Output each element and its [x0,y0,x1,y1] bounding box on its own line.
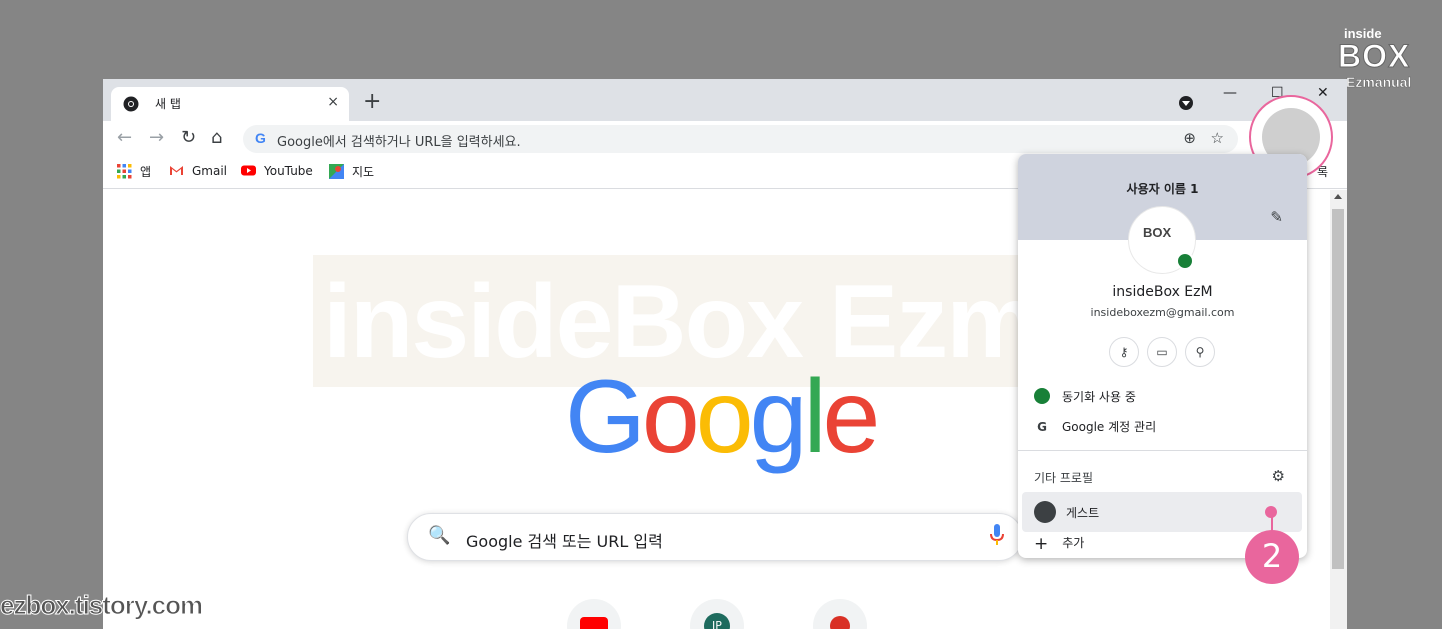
profile-name: insideBox EzM [1112,284,1213,300]
scrollbar-thumb[interactable] [1332,209,1344,569]
add-profile-item[interactable]: + 추가 [1034,534,1084,554]
bookmark-gmail[interactable]: Gmail [169,163,227,178]
sync-badge-icon [1176,252,1194,270]
google-g-icon: G [255,130,266,146]
step-pointer-dot [1265,506,1277,518]
search-placeholder: Google 검색 또는 URL 입력 [466,532,663,551]
address-bar-placeholder: Google에서 검색하거나 URL을 입력하세요. [277,135,521,150]
google-logo-letter: e [822,359,881,475]
plus-icon: + [1034,534,1049,554]
google-logo-letter: G [565,359,646,475]
tab-close-icon[interactable]: × [327,94,339,110]
google-g-icon: G [1037,420,1047,434]
toolbar: ← → ↻ ⌂ G Google에서 검색하거나 URL을 입력하세요. ⊕ ☆ [103,121,1347,157]
chrome-icon [123,96,139,112]
google-search-box[interactable]: 🔍 Google 검색 또는 URL 입력 [407,513,1023,561]
apps-grid-icon [117,164,132,179]
manage-account-item[interactable]: G Google 계정 관리 [1034,418,1156,435]
bookmark-label: Gmail [192,164,228,178]
sync-icon [1034,388,1050,404]
profile-email: insideboxezm@gmail.com [1090,306,1235,319]
bookmark-label: 앱 [140,165,152,179]
add-label: 추가 [1062,536,1085,550]
person-icon [1034,501,1056,523]
gear-icon[interactable]: ⚙ [1272,467,1285,485]
bookmark-label: YouTube [264,164,313,178]
new-tab-button[interactable]: + [363,89,381,114]
menu-divider [1018,450,1307,451]
step-number-badge: 2 [1245,530,1299,584]
shortcut-ip[interactable]: IP [690,599,744,629]
key-icon[interactable]: ⚷ [1109,337,1139,367]
bookmark-label: 지도 [352,165,375,179]
manage-account-label: Google 계정 관리 [1062,420,1157,434]
logo-line-3: Ezmanual [1346,74,1412,91]
bookmark-youtube[interactable]: YouTube [241,163,313,178]
guest-profile-item[interactable]: 게스트 [1022,492,1302,532]
sync-label: 동기화 사용 중 [1062,390,1136,404]
maps-icon [329,164,344,179]
avatar-logo-text: BOX [1143,225,1172,240]
back-icon[interactable]: ← [117,127,132,148]
tab-new-tab[interactable]: 새 탭 × [111,87,349,121]
forward-icon[interactable]: → [149,127,164,148]
scroll-up-icon[interactable] [1334,194,1342,199]
home-icon[interactable]: ⌂ [211,127,222,148]
site-icon [830,616,850,629]
bookmark-maps[interactable]: 지도 [329,163,374,180]
shortcut-site[interactable] [813,599,867,629]
page-scrollbar[interactable] [1330,190,1347,629]
reload-icon[interactable]: ↻ [181,127,196,148]
edit-icon[interactable]: ✎ [1270,208,1283,226]
profile-menu: 사용자 이름 1 ✎ BOX insideBox EzM insideboxez… [1018,154,1307,558]
address-bar[interactable]: G Google에서 검색하거나 URL을 입력하세요. ⊕ ☆ [243,125,1238,153]
gmail-icon [170,166,183,175]
profile-username-header: 사용자 이름 1 [1126,182,1199,196]
google-logo-letter: g [749,359,808,475]
bookmark-apps[interactable]: 앱 [117,163,151,180]
tab-search-icon[interactable] [1179,96,1193,110]
youtube-icon [580,617,608,629]
tab-strip: 새 탭 × + — ☐ ✕ [103,79,1347,121]
ip-icon: IP [704,613,730,629]
other-profiles-label: 기타 프로필 [1034,471,1094,485]
zoom-icon[interactable]: ⊕ [1183,129,1196,147]
tab-title: 새 탭 [155,97,181,111]
youtube-icon [241,165,256,176]
google-logo-letter: o [695,359,754,475]
location-icon[interactable]: ⚲ [1185,337,1215,367]
guest-label: 게스트 [1066,506,1100,520]
logo-line-2: BOX [1337,38,1411,75]
search-icon: 🔍 [428,525,451,546]
microphone-icon[interactable] [990,524,1004,546]
bookmark-star-icon[interactable]: ☆ [1211,129,1224,147]
google-logo-letter: l [803,359,826,475]
card-icon[interactable]: ▭ [1147,337,1177,367]
google-logo-letter: o [641,359,700,475]
close-window-button[interactable]: ✕ [1317,85,1329,101]
minimize-button[interactable]: — [1223,85,1237,101]
shortcut-youtube[interactable] [567,599,621,629]
sync-status-item[interactable]: 동기화 사용 중 [1034,388,1136,405]
google-logo: Google [565,358,881,477]
blog-url-watermark: ezbox.tistory.com [0,590,204,621]
